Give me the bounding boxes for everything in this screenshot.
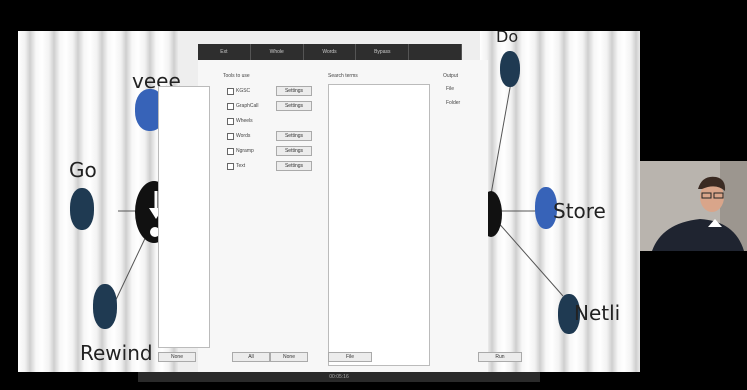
mindmap-label-top: Do bbox=[496, 31, 519, 46]
tool-settings-button[interactable]: Settings bbox=[276, 131, 312, 141]
run-button[interactable]: Run bbox=[478, 352, 522, 362]
file-button[interactable]: File bbox=[328, 352, 372, 362]
tool-checkbox[interactable] bbox=[227, 103, 234, 110]
app-dialog: Tools to use KGSC Settings GraphCall Set… bbox=[198, 60, 488, 372]
tool-label: Ngramp bbox=[236, 148, 254, 154]
tab-whole[interactable]: Whole bbox=[251, 44, 304, 60]
tool-settings-button[interactable]: Settings bbox=[276, 161, 312, 171]
output-folder-label: Folder bbox=[446, 100, 461, 106]
webcam-feed bbox=[640, 161, 747, 251]
tool-settings-button[interactable]: Settings bbox=[276, 146, 312, 156]
tab-bypass[interactable]: Bypass bbox=[356, 44, 410, 60]
output-header: Output bbox=[443, 73, 459, 79]
all-button[interactable]: All bbox=[232, 352, 270, 362]
mindmap-label-go: Go bbox=[69, 158, 97, 182]
search-terms-list[interactable] bbox=[328, 84, 430, 366]
playback-bar: 00:05:16 bbox=[138, 372, 540, 382]
navy-node-bottom bbox=[93, 284, 117, 329]
none-button-left[interactable]: None bbox=[158, 352, 196, 362]
tab-words[interactable]: Words bbox=[304, 44, 357, 60]
tool-label: Text bbox=[236, 163, 246, 169]
left-list-box[interactable] bbox=[158, 86, 210, 348]
tool-checkbox[interactable] bbox=[227, 133, 234, 140]
mindmap-label-store: Store bbox=[553, 199, 606, 223]
tool-label: KGSC bbox=[236, 88, 251, 94]
tool-label: Words bbox=[236, 133, 251, 139]
tool-settings-button[interactable]: Settings bbox=[276, 86, 312, 96]
none-button-mid[interactable]: None bbox=[270, 352, 308, 362]
presenter-video bbox=[640, 161, 747, 251]
tool-checkbox[interactable] bbox=[227, 88, 234, 95]
tab-ext[interactable]: Ext bbox=[198, 44, 251, 60]
navy-node-left bbox=[70, 188, 94, 230]
tool-label: GraphCall bbox=[236, 103, 259, 109]
tool-checkbox[interactable] bbox=[227, 163, 234, 170]
shared-screen: veee Go ? Rewind Do Store Netli Ext Whol… bbox=[18, 31, 640, 372]
search-terms-header: Search terms bbox=[328, 73, 358, 79]
tool-checkbox[interactable] bbox=[227, 148, 234, 155]
app-tabbar: Ext Whole Words Bypass bbox=[198, 44, 462, 60]
tool-checkbox[interactable] bbox=[227, 118, 234, 125]
tools-header: Tools to use bbox=[223, 73, 250, 79]
tab-blank[interactable] bbox=[409, 44, 462, 60]
tool-label: Wheels bbox=[236, 118, 253, 124]
tool-settings-button[interactable]: Settings bbox=[276, 101, 312, 111]
mindmap-label-netli: Netli bbox=[574, 301, 621, 325]
output-file-label: File bbox=[446, 86, 455, 92]
mindmap-label-rewind: Rewind bbox=[80, 341, 153, 365]
navy-node-right bbox=[500, 51, 520, 87]
